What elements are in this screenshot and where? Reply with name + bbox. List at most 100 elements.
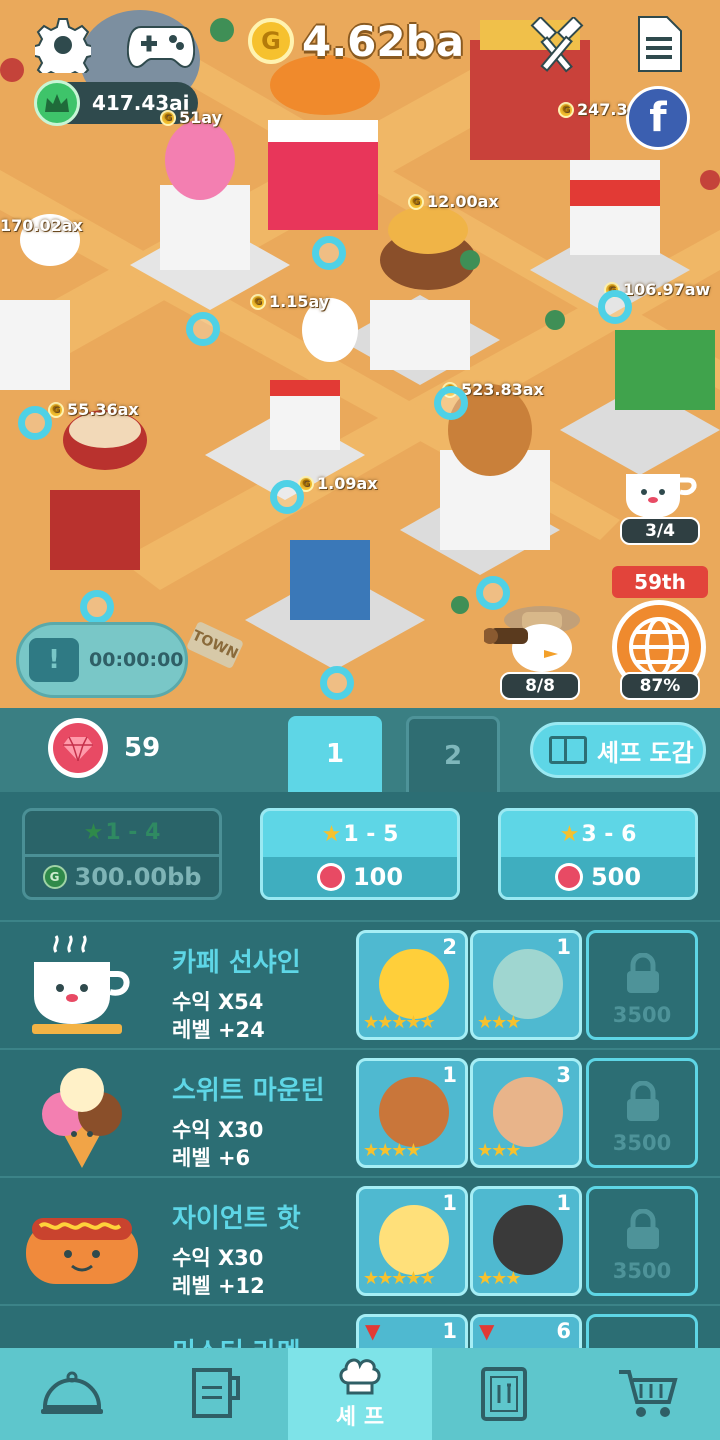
chef-count: 2 [442, 935, 457, 959]
restaurant-row-sweet: 스위트 마운틴 수익 X30 레벨 +6 1 ★★★★ 3 ★★★ 3500 [0, 1048, 720, 1176]
explorer-counter: 8/8 [500, 672, 580, 700]
collect-ring[interactable] [270, 480, 304, 514]
collect-ring[interactable] [186, 312, 220, 346]
chef-card[interactable]: 2 ★★★★★ [356, 930, 468, 1040]
income-label: G 12.00ax [408, 192, 499, 211]
tv-ad-icon: ! [29, 638, 79, 682]
income-label: G 1.15ay [250, 292, 329, 311]
income-label: G 55.36ax [48, 400, 139, 419]
nav-restaurant[interactable] [0, 1348, 144, 1440]
locked-chef-slot[interactable]: 3500 [586, 1058, 698, 1168]
chef-stars: ★★★ [477, 1140, 521, 1161]
locked-chef-slot[interactable] [586, 1314, 698, 1348]
recruit-gem-button-500[interactable]: ★ 3 - 6 500 [498, 808, 698, 900]
chef-book-label: 셰프 도감 [597, 738, 694, 767]
chef-count: 1 [442, 1319, 457, 1343]
gamepad-icon[interactable] [126, 20, 196, 70]
restaurant-level: 레벨 +6 [172, 1146, 251, 1170]
ice-cream-icon [22, 1060, 142, 1168]
locked-chef-slot[interactable]: 3500 [586, 1186, 698, 1296]
explorer-chef-icon[interactable] [482, 598, 584, 674]
collect-ring[interactable] [434, 386, 468, 420]
build-hammers-icon[interactable] [526, 16, 588, 76]
locked-chef-slot[interactable]: 3500 [586, 930, 698, 1040]
restaurant-name: 스위트 마운틴 [172, 1076, 325, 1106]
restaurant-income: 수익 X54 [172, 990, 264, 1014]
income-label: 170.02ax [0, 216, 83, 235]
lock-icon [627, 953, 659, 993]
chef-card[interactable]: 1 ★★★★ [356, 1058, 468, 1168]
unlock-cost: 3500 [612, 1131, 672, 1155]
book-icon [549, 736, 587, 764]
lock-icon [627, 1209, 659, 1249]
restaurant-name: 카페 선샤인 [172, 948, 301, 978]
star-icon: ★ [559, 821, 580, 847]
restaurant-name: 자이언트 핫 [172, 1204, 301, 1234]
gold-coin-icon: G [42, 865, 67, 889]
chef-count: 6 [556, 1319, 571, 1343]
tab-2[interactable]: 2 [406, 716, 500, 792]
chef-count: 1 [556, 935, 571, 959]
chef-card[interactable]: 1 ★★★ [470, 930, 582, 1040]
recruit-gem-button-100[interactable]: ★ 1 - 5 100 [260, 808, 460, 900]
settings-gear-icon[interactable] [34, 16, 92, 74]
restaurant-name: 미스터 라멘 [172, 1332, 301, 1348]
chef-avatar-icon [493, 1077, 563, 1147]
nav-chef[interactable]: 셰 프 [288, 1348, 432, 1440]
chef-hat-icon [339, 1358, 381, 1395]
facebook-icon[interactable]: f [626, 86, 690, 150]
ad-timer-button[interactable]: ! 00:00:00 [16, 622, 188, 698]
income-label: G 1.09ax [298, 474, 378, 493]
chef-avatar-icon [379, 949, 449, 1019]
blender-icon [192, 1368, 240, 1418]
gem-icon [316, 863, 345, 891]
quest-document-icon[interactable] [634, 14, 684, 74]
restaurant-level: 레벨 +24 [172, 1018, 265, 1042]
chef-stars: ★★★ [477, 1268, 521, 1289]
chef-avatar-icon [493, 1205, 563, 1275]
lock-icon [627, 1081, 659, 1121]
restaurant-income: 수익 X30 [172, 1246, 264, 1270]
city-map[interactable]: G 4.62ba f 417.43ai G 51ay 170.02ax G 12… [0, 0, 720, 708]
chef-card[interactable]: 3 ★★★ [470, 1058, 582, 1168]
chef-stars: ★★★★★ [363, 1268, 436, 1289]
chef-count: 3 [556, 1063, 571, 1087]
nav-menu[interactable] [432, 1348, 576, 1440]
income-label: G 247.3 [558, 100, 628, 119]
recruit-stars: 3 - 6 [581, 821, 637, 847]
collect-ring[interactable] [80, 590, 114, 624]
restaurant-row-giant-hot: 자이언트 핫 수익 X30 레벨 +12 1 ★★★★★ 1 ★★★ 3500 [0, 1176, 720, 1304]
collect-ring[interactable] [18, 406, 52, 440]
chef-stars: ★★★★ [363, 1140, 422, 1161]
coffee-cup-icon[interactable] [620, 466, 700, 522]
nav-shop[interactable] [576, 1348, 720, 1440]
collect-ring[interactable] [598, 290, 632, 324]
ad-timer-text: 00:00:00 [89, 649, 184, 671]
chef-count: 1 [442, 1191, 457, 1215]
chef-card[interactable]: 1 ★★★ [470, 1186, 582, 1296]
rank-ribbon: 59th [612, 566, 708, 598]
gem-count: 59 [124, 733, 161, 763]
chef-card[interactable]: ▼ 1 [356, 1314, 468, 1348]
chef-card[interactable]: ▼ 6 [470, 1314, 582, 1348]
chef-count: 1 [556, 1191, 571, 1215]
chef-book-button[interactable]: 셰프 도감 [530, 722, 706, 778]
cart-icon [619, 1370, 678, 1417]
chef-card[interactable]: 1 ★★★★★ [356, 1186, 468, 1296]
recruit-stars: 1 - 4 [105, 820, 161, 845]
unlock-cost: 3500 [612, 1259, 672, 1283]
globe-percent: 87% [620, 672, 700, 700]
recruit-gold-button[interactable]: ★ 1 - 4 G 300.00bb [22, 808, 222, 900]
gem-icon [554, 863, 583, 891]
unlock-cost: 3500 [612, 1003, 672, 1027]
gem-icon [48, 718, 108, 778]
coin-balance: G 4.62ba [248, 14, 464, 68]
collect-ring[interactable] [320, 666, 354, 700]
nav-kitchen[interactable] [144, 1348, 288, 1440]
coffee-cup-icon [22, 932, 142, 1040]
tab-1[interactable]: 1 [288, 716, 382, 792]
collect-ring[interactable] [312, 236, 346, 270]
gold-coin-icon: G [248, 18, 294, 64]
menu-book-icon [481, 1367, 527, 1421]
recruit-stars: 1 - 5 [343, 821, 399, 847]
